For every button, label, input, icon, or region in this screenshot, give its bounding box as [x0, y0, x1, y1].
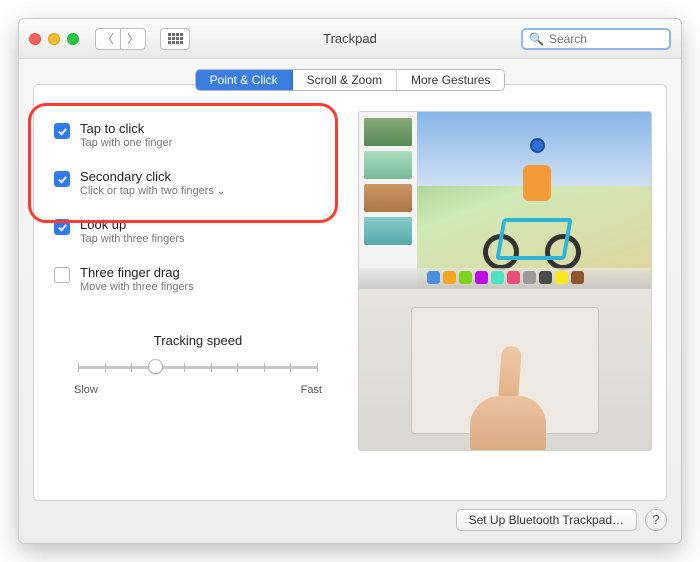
slider-max-label: Fast: [301, 384, 322, 396]
chevron-left-icon: 〈: [102, 30, 114, 47]
checkbox-secondary-click[interactable]: [54, 171, 70, 187]
gesture-preview: [358, 111, 652, 451]
window-body: Point & Click Scroll & Zoom More Gesture…: [19, 59, 681, 543]
option-title: Look up: [80, 217, 185, 232]
window-controls: [29, 33, 79, 45]
titlebar: 〈 〉 Trackpad 🔍 ✕: [19, 19, 681, 59]
chevron-down-icon[interactable]: ⌄: [217, 186, 225, 197]
checkbox-three-finger-drag[interactable]: [54, 267, 70, 283]
preview-column: [358, 111, 652, 486]
nav-buttons: 〈 〉: [95, 28, 146, 50]
search-input[interactable]: [549, 32, 682, 46]
zoom-window-button[interactable]: [67, 33, 79, 45]
checkbox-look-up[interactable]: [54, 219, 70, 235]
check-icon: [57, 126, 68, 137]
preview-trackpad: [359, 288, 651, 450]
grid-icon: [168, 33, 183, 44]
setup-bluetooth-button[interactable]: Set Up Bluetooth Trackpad…: [456, 509, 637, 531]
tab-more-gestures[interactable]: More Gestures: [397, 70, 504, 90]
show-all-button[interactable]: [160, 28, 190, 50]
tracking-speed-slider[interactable]: [72, 354, 324, 378]
close-window-button[interactable]: [29, 33, 41, 45]
tracking-speed-group: Tracking speed Slow Fast: [48, 333, 348, 396]
search-field[interactable]: 🔍 ✕: [521, 28, 671, 50]
tracking-speed-label: Tracking speed: [72, 333, 324, 348]
option-three-finger-drag[interactable]: Three finger drag Move with three finger…: [48, 255, 348, 303]
slider-knob[interactable]: [148, 359, 163, 374]
check-icon: [57, 174, 68, 185]
chevron-right-icon: 〉: [127, 30, 139, 47]
forward-button[interactable]: 〉: [120, 28, 146, 50]
option-look-up[interactable]: Look up Tap with three fingers: [48, 207, 348, 255]
slider-ticks: [78, 363, 318, 372]
tab-point-click[interactable]: Point & Click: [196, 70, 293, 90]
help-button[interactable]: ?: [645, 509, 667, 531]
check-icon: [57, 222, 68, 233]
settings-panel: Tap to click Tap with one finger Seconda…: [33, 84, 667, 501]
prefs-window: 〈 〉 Trackpad 🔍 ✕ Point & Click Scroll & …: [18, 18, 682, 544]
option-title: Tap to click: [80, 121, 172, 136]
preview-photo: [417, 112, 651, 288]
option-subtitle: Move with three fingers: [80, 281, 194, 293]
option-secondary-click[interactable]: Secondary click Click or tap with two fi…: [48, 159, 348, 207]
option-subtitle: Tap with one finger: [80, 137, 172, 149]
option-title: Three finger drag: [80, 265, 194, 280]
option-title: Secondary click: [80, 169, 225, 184]
back-button[interactable]: 〈: [95, 28, 121, 50]
search-icon: 🔍: [529, 32, 544, 46]
footer: Set Up Bluetooth Trackpad… ?: [33, 509, 667, 531]
checkbox-tap-to-click[interactable]: [54, 123, 70, 139]
minimize-window-button[interactable]: [48, 33, 60, 45]
option-tap-to-click[interactable]: Tap to click Tap with one finger: [48, 111, 348, 159]
preview-thumbnails: [359, 112, 417, 288]
preview-screen: [359, 112, 651, 288]
tab-bar: Point & Click Scroll & Zoom More Gesture…: [33, 69, 667, 91]
tab-scroll-zoom[interactable]: Scroll & Zoom: [293, 70, 397, 90]
preview-dock: [359, 268, 651, 288]
option-subtitle: Click or tap with two fingers⌄: [80, 185, 225, 197]
slider-min-label: Slow: [74, 384, 98, 396]
options-column: Tap to click Tap with one finger Seconda…: [48, 111, 348, 486]
option-subtitle: Tap with three fingers: [80, 233, 185, 245]
